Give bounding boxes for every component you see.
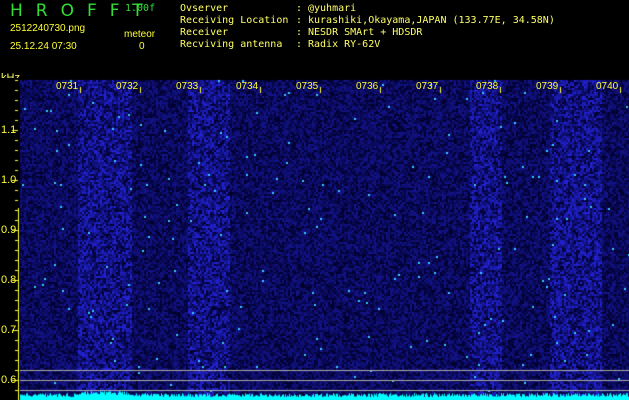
info-label: Receiver — [180, 28, 228, 38]
time-label: 0735 — [296, 81, 318, 92]
freq-label: 0.6 — [1, 374, 16, 386]
info-sep: : — [296, 28, 302, 38]
time-label: 0736 — [356, 81, 378, 92]
version: 1.00f — [125, 4, 155, 14]
spectrogram — [0, 78, 629, 400]
freq-label: 1.0 — [1, 174, 16, 186]
info-value: Radix RY-62V — [308, 40, 380, 50]
time-label: 0734 — [236, 81, 258, 92]
datetime: 25.12.24 07:30 — [10, 42, 77, 52]
meteor-label: meteor — [124, 30, 155, 40]
info-value: kurashiki,Okayama,JAPAN (133.77E, 34.58N… — [308, 16, 555, 26]
freq-label: 0.7 — [1, 324, 16, 336]
freq-label: 0.9 — [1, 224, 16, 236]
time-label: 0739 — [536, 81, 558, 92]
time-label: 0738 — [476, 81, 498, 92]
freq-label: 0.8 — [1, 274, 16, 286]
info-sep: : — [296, 16, 302, 26]
time-label: 0731 — [56, 81, 78, 92]
time-label: 0732 — [116, 81, 138, 92]
info-sep: : — [296, 4, 302, 14]
info-value: NESDR SMArt + HDSDR — [308, 28, 422, 38]
info-value: @yuhmari — [308, 4, 356, 14]
info-label: Recviving antenna — [180, 40, 282, 50]
info-sep: : — [296, 40, 302, 50]
time-label: 0740 — [596, 81, 618, 92]
time-label: 0737 — [416, 81, 438, 92]
filename: 2512240730.png — [10, 24, 85, 34]
info-label: Ovserver — [180, 4, 228, 14]
meteor-count: 0 — [139, 42, 145, 52]
time-label: 0733 — [176, 81, 198, 92]
info-label: Receiving Location — [180, 16, 288, 26]
freq-label: 1.1 — [1, 124, 16, 136]
